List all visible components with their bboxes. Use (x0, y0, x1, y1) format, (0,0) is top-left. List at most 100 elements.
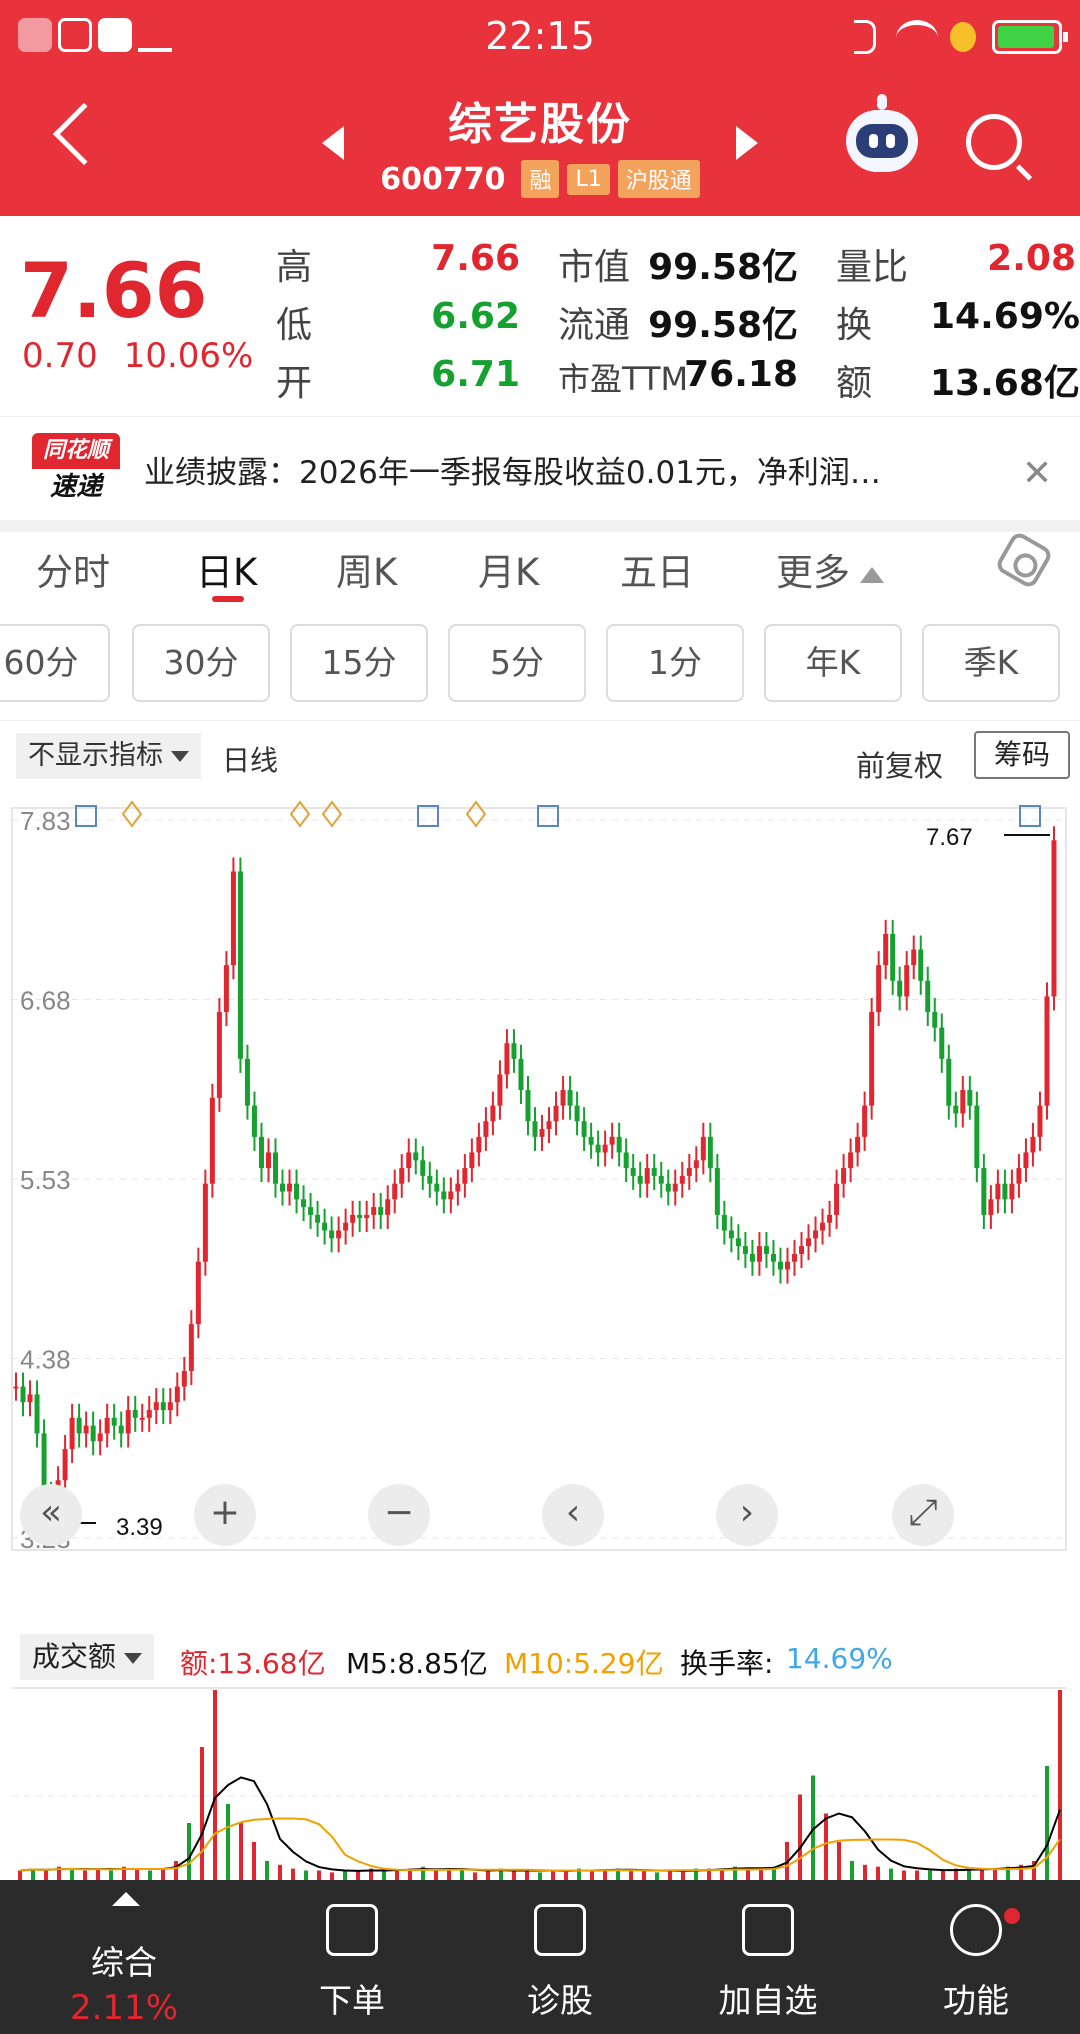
candle-body (953, 1105, 959, 1114)
tab-intraday[interactable]: 分时 (36, 542, 110, 596)
zoom-out-button[interactable]: − (368, 1484, 430, 1546)
candle-body (1030, 1136, 1036, 1153)
period-quarterly[interactable]: 季K (922, 624, 1060, 702)
volume-bar (343, 1870, 347, 1880)
candle-body (280, 1183, 286, 1192)
candle-body (160, 1402, 166, 1411)
news-text[interactable]: 业绩披露：2026年一季报每股收益0.01元，净利润… (144, 447, 994, 492)
candle-body (125, 1410, 131, 1434)
scroll-right-button[interactable]: › (716, 1484, 778, 1546)
candle-body (153, 1402, 159, 1411)
turnover-label: 换手率: (680, 1647, 774, 1680)
volume-bar (135, 1868, 139, 1880)
candle-body (763, 1246, 769, 1254)
candle-body (630, 1168, 636, 1176)
volume-bar (655, 1872, 659, 1880)
search-icon[interactable] (966, 114, 1022, 170)
candle-body (665, 1183, 671, 1192)
indicator-select[interactable]: 不显示指标 (16, 733, 201, 779)
chips-button[interactable]: 筹码 (974, 731, 1070, 779)
volume-select[interactable]: 成交额 (20, 1634, 155, 1680)
adjust-toggle[interactable]: 前复权 (856, 743, 943, 785)
next-stock-button[interactable] (736, 126, 758, 160)
tab-five-day[interactable]: 五日 (620, 542, 694, 596)
volume-bar (200, 1747, 204, 1880)
candle-body (574, 1105, 580, 1122)
nav-add-watchlist[interactable]: 加自选 (668, 1880, 868, 2034)
quote-value: 99.58亿 (648, 247, 798, 288)
tab-daily-k[interactable]: 日K (196, 542, 257, 596)
candle-body (932, 1011, 938, 1028)
candle-body (76, 1417, 82, 1434)
period-5min[interactable]: 5分 (448, 624, 586, 702)
candle-body (336, 1230, 342, 1239)
candle-body (911, 949, 917, 966)
news-bar[interactable]: 同花顺 速递 业绩披露：2026年一季报每股收益0.01元，净利润… ✕ (0, 416, 1080, 520)
volume-bar (928, 1870, 932, 1880)
kline-chart[interactable]: 7.836.685.534.383.237.673.392025-03-2707… (0, 788, 1080, 1568)
quote-label: 低 (276, 305, 313, 346)
news-logo: 同花顺 速递 (32, 433, 120, 505)
candle-body (62, 1449, 68, 1481)
chevron-down-icon (171, 751, 189, 762)
quote-label: 市盈TTM (558, 360, 689, 398)
period-yearly[interactable]: 年K (764, 624, 902, 702)
event-diamond-icon (321, 800, 343, 828)
candle-body (287, 1183, 293, 1192)
candle-body (841, 1168, 847, 1184)
tab-monthly-k[interactable]: 月K (478, 542, 539, 596)
candle-body (869, 1011, 875, 1106)
period-1min[interactable]: 1分 (606, 624, 744, 702)
candle-body (567, 1090, 573, 1106)
candle-body (146, 1410, 152, 1418)
volume-bar (850, 1861, 854, 1880)
period-30min[interactable]: 30分 (132, 624, 270, 702)
volume-bar (889, 1868, 893, 1880)
zoom-in-button[interactable]: + (194, 1484, 256, 1546)
candle-body (343, 1222, 349, 1231)
candle-body (244, 1058, 250, 1106)
quote-value: 99.58亿 (648, 305, 798, 346)
volume-bar (291, 1868, 295, 1880)
nav-diagnose-label: 诊股 (527, 1981, 593, 2020)
volume-bar (174, 1861, 178, 1880)
volume-bar (603, 1870, 607, 1880)
candle-body (686, 1168, 692, 1176)
volume-bar (668, 1870, 672, 1880)
candle-body (34, 1394, 40, 1434)
scroll-left-button[interactable]: ‹ (542, 1484, 604, 1546)
candle-body (294, 1183, 300, 1200)
close-icon[interactable]: ✕ (1022, 453, 1052, 494)
nav-diagnose[interactable]: 诊股 (460, 1880, 660, 2034)
assistant-robot-icon[interactable] (846, 94, 918, 172)
candle-body (525, 1090, 531, 1122)
nav-function[interactable]: 功能 (876, 1880, 1076, 2034)
candle-body (490, 1105, 496, 1122)
period-15min[interactable]: 15分 (290, 624, 428, 702)
volume-bar (486, 1870, 490, 1880)
tab-more[interactable]: 更多 (776, 542, 884, 596)
candle-body (167, 1402, 173, 1411)
nav-overview[interactable]: 综合 2.11% (0, 1880, 248, 2034)
candle-body (20, 1386, 26, 1403)
volume-bar (1045, 1766, 1049, 1880)
period-60min[interactable]: 60分 (0, 624, 110, 702)
candle-body (413, 1152, 419, 1161)
candle-body (679, 1175, 685, 1184)
level-tag: L1 (567, 163, 610, 195)
m5-line (19, 1776, 1061, 1872)
candle-body (974, 1105, 980, 1169)
tab-weekly-k[interactable]: 周K (336, 542, 397, 596)
candle-body (890, 933, 896, 981)
nav-order[interactable]: 下单 (252, 1880, 452, 2034)
candle-body (223, 965, 229, 1012)
change-percent: 10.06% (123, 336, 254, 376)
fullscreen-button[interactable]: ⤢ (892, 1484, 954, 1546)
scroll-left-fast-button[interactable]: « (20, 1484, 82, 1546)
candle-body (799, 1246, 805, 1254)
candle-body (371, 1207, 377, 1215)
margin-tag: 融 (521, 160, 560, 198)
candle-body (483, 1121, 489, 1137)
candle-body (1009, 1183, 1015, 1200)
candle-body (504, 1043, 510, 1075)
